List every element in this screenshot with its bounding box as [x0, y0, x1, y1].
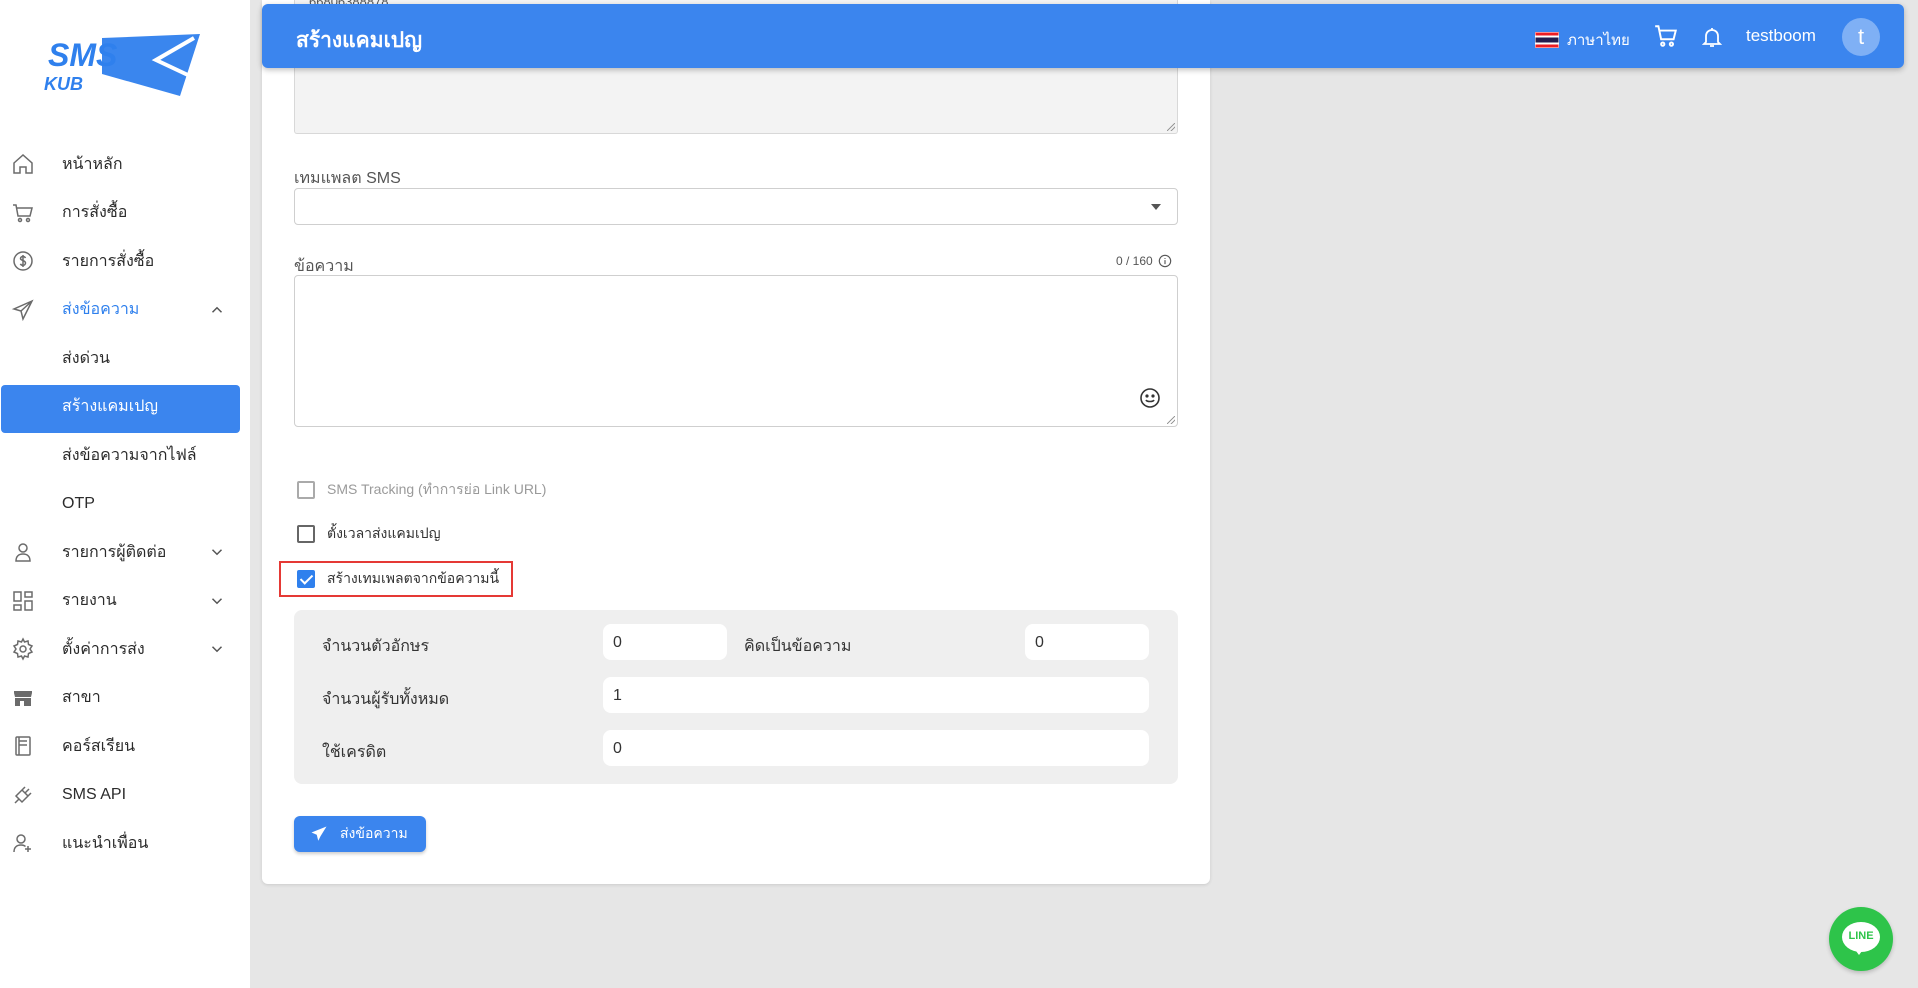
save-template-label: สร้างเทมเพลตจากข้อความนี้ [327, 570, 500, 586]
schedule-campaign-option[interactable]: ตั้งเวลาส่งแคมเปญ [297, 523, 441, 545]
message-count-label: คิดเป็นข้อความ [744, 638, 852, 655]
sidebar-item-send-settings[interactable]: ตั้งค่าการส่ง [0, 625, 250, 674]
sidebar-item-label: ตั้งค่าการส่ง [62, 640, 145, 658]
template-select[interactable] [294, 188, 1178, 225]
char-count-label: จำนวนตัวอักษร [322, 638, 430, 655]
sidebar-item-course[interactable]: คอร์สเรียน [0, 722, 250, 771]
add-person-icon [13, 834, 31, 853]
chevron-down-icon [211, 646, 223, 653]
chevron-up-icon [211, 306, 223, 313]
sidebar-item-label: ส่งข้อความ [62, 301, 140, 319]
line-label: LINE [1848, 930, 1874, 942]
schedule-campaign-label: ตั้งเวลาส่งแคมเปญ [327, 525, 441, 541]
emoji-icon[interactable] [1138, 386, 1162, 410]
message-textarea[interactable] [294, 275, 1178, 427]
resize-handle[interactable] [1167, 123, 1175, 131]
sidebar-item-send-message[interactable]: ส่งข้อความ [0, 286, 250, 335]
resize-handle[interactable] [1167, 416, 1175, 424]
sidebar-item-create-campaign[interactable]: สร้างแคมเปญ [0, 383, 250, 433]
chevron-down-icon [211, 597, 223, 605]
contact-icon [15, 543, 31, 562]
sidebar: SMS KUB หน้าหลัก การสั่งซื้อ รายการสั่งซ… [0, 0, 250, 988]
sidebar-item-label: รายงาน [62, 592, 117, 610]
campaign-form-card: 66806388878 เทมแพลต SMS ข้อความ 0 / 160 … [262, 0, 1210, 884]
sidebar-item-contacts[interactable]: รายการผู้ติดต่อ [0, 528, 250, 577]
sidebar-item-reports[interactable]: รายงาน [0, 577, 250, 626]
sidebar-nav: หน้าหลัก การสั่งซื้อ รายการสั่งซื้อ ส่งข… [0, 140, 250, 868]
sidebar-item-label: รายการผู้ติดต่อ [62, 543, 167, 561]
sidebar-item-label: แนะนำเพื่อน [62, 834, 149, 852]
sidebar-item-sms-api[interactable]: SMS API [0, 771, 250, 820]
cart-icon [13, 204, 33, 222]
plug-icon [14, 786, 32, 804]
schedule-campaign-checkbox[interactable] [297, 525, 315, 543]
send-message-button[interactable]: ส่งข้อความ [294, 816, 426, 852]
sidebar-item-label: สาขา [62, 689, 101, 707]
sidebar-item-order[interactable]: การสั่งซื้อ [0, 189, 250, 238]
sidebar-item-label: SMS API [62, 785, 127, 803]
summary-panel: จำนวนตัวอักษร 0 คิดเป็นข้อความ 0 จำนวนผู… [294, 610, 1178, 784]
sidebar-item-label: รายการสั่งซื้อ [62, 252, 155, 270]
dropdown-caret-icon [1151, 204, 1161, 210]
info-icon[interactable] [1158, 254, 1172, 268]
sms-tracking-option[interactable]: SMS Tracking (ทำการย่อ Link URL) [297, 479, 546, 501]
home-icon [13, 154, 33, 174]
sidebar-item-otp[interactable]: OTP [0, 480, 250, 529]
sidebar-item-order-list[interactable]: รายการสั่งซื้อ [0, 237, 250, 286]
line-chat-button[interactable]: LINE [1829, 907, 1893, 971]
username[interactable]: testboom [1746, 26, 1816, 46]
line-bubble-tail [1853, 947, 1865, 955]
book-icon [15, 736, 31, 756]
sidebar-item-label: ส่งข้อความจากไฟล์ [62, 446, 197, 464]
sidebar-item-refer-friend[interactable]: แนะนำเพื่อน [0, 819, 250, 868]
svg-text:KUB: KUB [44, 74, 83, 94]
save-template-checkbox[interactable] [297, 570, 315, 588]
sidebar-item-label: ส่งด่วน [62, 349, 110, 367]
dashboard-icon [13, 591, 33, 611]
recipients-label: จำนวนผู้รับทั้งหมด [322, 691, 450, 708]
send-icon [11, 299, 34, 321]
dollar-icon [13, 251, 33, 271]
sidebar-item-send-from-file[interactable]: ส่งข้อความจากไฟล์ [0, 431, 250, 480]
send-icon [311, 826, 327, 841]
bell-icon[interactable] [1700, 24, 1724, 50]
language-label: ภาษาไทย [1567, 32, 1630, 49]
sidebar-item-label: OTP [62, 494, 95, 512]
character-counter: 0 / 160 [1116, 254, 1172, 268]
sms-tracking-label: SMS Tracking (ทำการย่อ Link URL) [327, 481, 547, 497]
store-icon [14, 690, 32, 706]
chevron-down-icon [211, 549, 223, 556]
svg-text:SMS: SMS [48, 37, 118, 73]
message-count-field: 0 [1025, 624, 1149, 660]
save-template-option[interactable]: สร้างเทมเพลตจากข้อความนี้ [297, 568, 499, 590]
sidebar-item-label: การสั่งซื้อ [62, 204, 128, 222]
char-count-field: 0 [603, 624, 727, 660]
page-title: สร้างแคมเปญ [296, 29, 422, 52]
sms-tracking-checkbox[interactable] [297, 481, 315, 499]
language-selector[interactable]: ภาษาไทย [1535, 28, 1630, 52]
counter-text: 0 / 160 [1116, 254, 1153, 268]
avatar[interactable]: t [1842, 18, 1880, 56]
gear-icon [12, 637, 34, 661]
sidebar-item-label: หน้าหลัก [62, 155, 123, 173]
recipients-field: 1 [603, 677, 1149, 713]
send-button-label: ส่งข้อความ [340, 825, 408, 841]
sidebar-item-label: คอร์สเรียน [62, 737, 136, 755]
credit-label: ใช้เครดิต [322, 744, 387, 761]
sidebar-item-label: สร้างแคมเปญ [62, 398, 158, 416]
cart-icon[interactable] [1653, 23, 1679, 49]
top-header: สร้างแคมเปญ ภาษาไทย testboom t [262, 4, 1904, 68]
credit-field: 0 [603, 730, 1149, 766]
sidebar-item-branch[interactable]: สาขา [0, 674, 250, 723]
sidebar-item-home[interactable]: หน้าหลัก [0, 140, 250, 189]
sidebar-item-send-quick[interactable]: ส่งด่วน [0, 334, 250, 383]
smskub-logo[interactable]: SMS KUB [44, 30, 200, 96]
thai-flag-icon [1535, 32, 1559, 48]
